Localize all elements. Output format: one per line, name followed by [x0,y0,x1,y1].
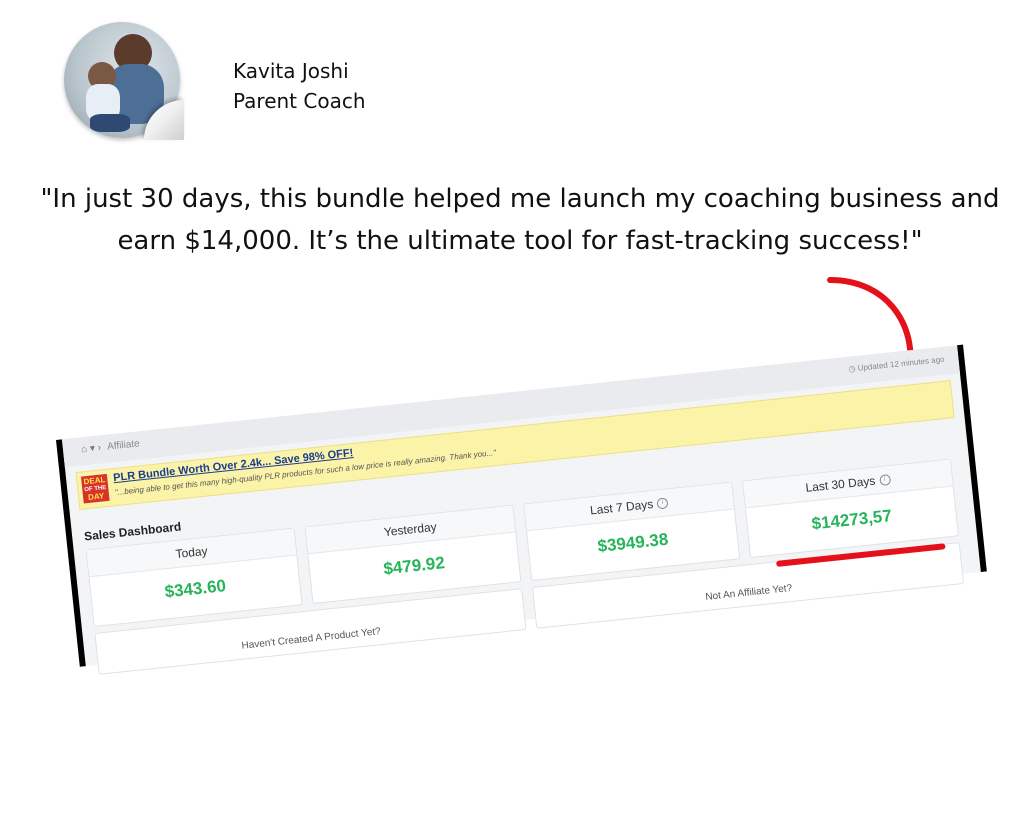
info-icon[interactable]: i [878,474,891,487]
dashboard-screenshot: ⌂ ▾ › Affiliate ◷ Updated 12 minutes ago… [56,344,987,675]
info-icon[interactable]: i [656,497,669,510]
author-role: Parent Coach [233,89,366,113]
updated-timestamp: ◷ Updated 12 minutes ago [848,355,945,374]
author-name: Kavita Joshi [233,59,349,83]
stat-card-today: Today $343.60 [85,527,303,628]
stat-label-text: Last 7 Days [589,496,654,518]
updated-text: Updated 12 minutes ago [857,354,945,373]
breadcrumb-affiliate[interactable]: Affiliate [107,438,141,452]
deal-of-the-day-badge: DEAL OF THE DAY [80,473,110,504]
badge-bottom: DAY [87,491,105,502]
stat-card-yesterday: Yesterday $479.92 [304,504,522,605]
stat-card-last-30-days: Last 30 Days i $14273,57 [741,458,959,559]
author-info: Kavita Joshi Parent Coach [233,56,366,116]
testimonial-quote: "In just 30 days, this bundle helped me … [40,184,1000,256]
stat-card-last-7-days: Last 7 Days i $3949.38 [523,481,741,582]
stat-label-text: Last 30 Days [804,473,876,495]
breadcrumb: ⌂ ▾ › Affiliate [81,438,141,455]
clock-icon: ◷ [848,364,856,374]
home-icon[interactable]: ⌂ ▾ › [81,442,102,455]
author-photo [64,22,184,162]
